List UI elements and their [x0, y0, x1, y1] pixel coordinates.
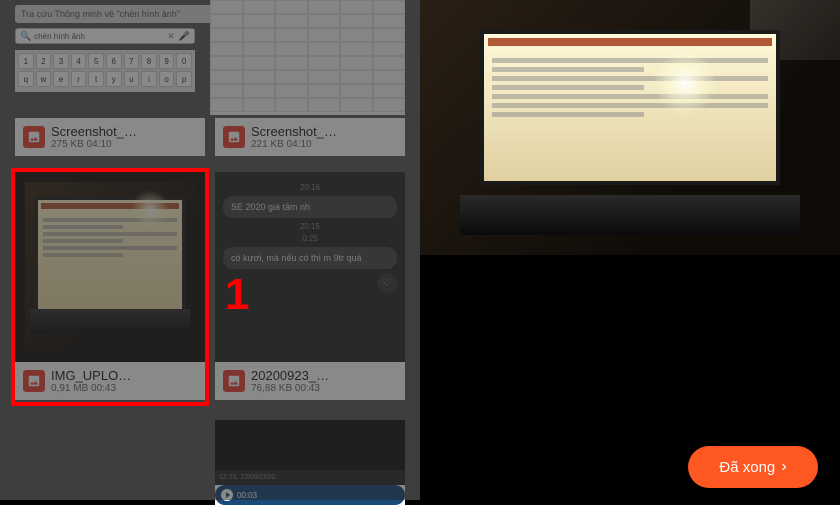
search-input-text: chèn hình ảnh — [34, 32, 167, 41]
file-name: Screenshot_… — [51, 124, 197, 139]
mic-icon[interactable]: 🎤 — [179, 31, 190, 42]
key-y[interactable]: y — [106, 71, 122, 87]
key-3[interactable]: 3 — [53, 53, 69, 69]
right-panel-image-preview: Đã xong › 2 — [420, 0, 840, 500]
file-card-img-upload[interactable]: IMG_UPLO… 0,91 MB 00:43 — [15, 172, 205, 400]
image-preview — [420, 0, 840, 255]
photo-thumbnail-partial — [215, 420, 405, 470]
key-u[interactable]: u — [124, 71, 140, 87]
left-panel-file-picker: Tra cứu Thông minh về "chèn hình ảnh" 🔍 … — [0, 0, 420, 500]
file-name: Screenshot_… — [251, 124, 397, 139]
file-meta: 221 KB 04:10 — [251, 139, 397, 150]
key-2[interactable]: 2 — [36, 53, 52, 69]
key-7[interactable]: 7 — [124, 53, 140, 69]
search-icon: 🔍 — [20, 31, 31, 42]
file-card-screenshot-2[interactable]: Screenshot_… 221 KB 04:10 — [215, 118, 405, 156]
heart-icon: ♡ — [377, 273, 397, 293]
key-o[interactable]: o — [159, 71, 175, 87]
image-icon — [223, 126, 245, 148]
file-name: 20200923_… — [251, 368, 397, 383]
spreadsheet-thumbnail — [210, 0, 405, 115]
key-i[interactable]: i — [141, 71, 157, 87]
play-icon[interactable] — [221, 489, 233, 501]
image-icon — [23, 370, 45, 392]
chevron-right-icon: › — [781, 458, 786, 476]
key-9[interactable]: 9 — [159, 53, 175, 69]
search-label: Tra cứu Thông minh về "chèn hình ảnh" — [21, 9, 180, 19]
key-t[interactable]: t — [88, 71, 104, 87]
key-w[interactable]: w — [36, 71, 52, 87]
file-meta: 275 KB 04:10 — [51, 139, 197, 150]
audio-timestamp: 12:25, 22/09/2020 — [219, 474, 275, 481]
on-screen-keyboard[interactable]: 1234567890 qwertyuiop — [15, 50, 195, 92]
photo-thumbnail — [15, 172, 205, 362]
key-5[interactable]: 5 — [88, 53, 104, 69]
key-p[interactable]: p — [176, 71, 192, 87]
key-4[interactable]: 4 — [71, 53, 87, 69]
audio-player[interactable]: 00:03 — [215, 485, 405, 505]
key-r[interactable]: r — [71, 71, 87, 87]
done-button[interactable]: Đã xong › — [688, 446, 818, 488]
chat-thumbnail: 20:16 SE 2020 giá tầm nh 20:15 0:25 có k… — [215, 172, 405, 362]
clear-icon[interactable]: ✕ — [167, 31, 175, 42]
key-6[interactable]: 6 — [106, 53, 122, 69]
file-card-screenshot-1[interactable]: Screenshot_… 275 KB 04:10 — [15, 118, 205, 156]
key-8[interactable]: 8 — [141, 53, 157, 69]
file-name: IMG_UPLO… — [51, 368, 197, 383]
key-q[interactable]: q — [18, 71, 34, 87]
key-0[interactable]: 0 — [176, 53, 192, 69]
file-meta: 76,88 KB 00:43 — [251, 383, 397, 394]
image-icon — [223, 370, 245, 392]
search-input-row[interactable]: 🔍 chèn hình ảnh ✕ 🎤 — [15, 28, 195, 44]
file-card-audio[interactable]: 12:25, 22/09/2020 00:03 — [215, 420, 405, 505]
image-icon — [23, 126, 45, 148]
audio-duration: 00:03 — [237, 491, 257, 500]
file-card-chat-screenshot[interactable]: 20:16 SE 2020 giá tầm nh 20:15 0:25 có k… — [215, 172, 405, 400]
key-1[interactable]: 1 — [18, 53, 34, 69]
key-e[interactable]: e — [53, 71, 69, 87]
file-meta: 0,91 MB 00:43 — [51, 383, 197, 394]
done-button-label: Đã xong — [719, 459, 775, 476]
